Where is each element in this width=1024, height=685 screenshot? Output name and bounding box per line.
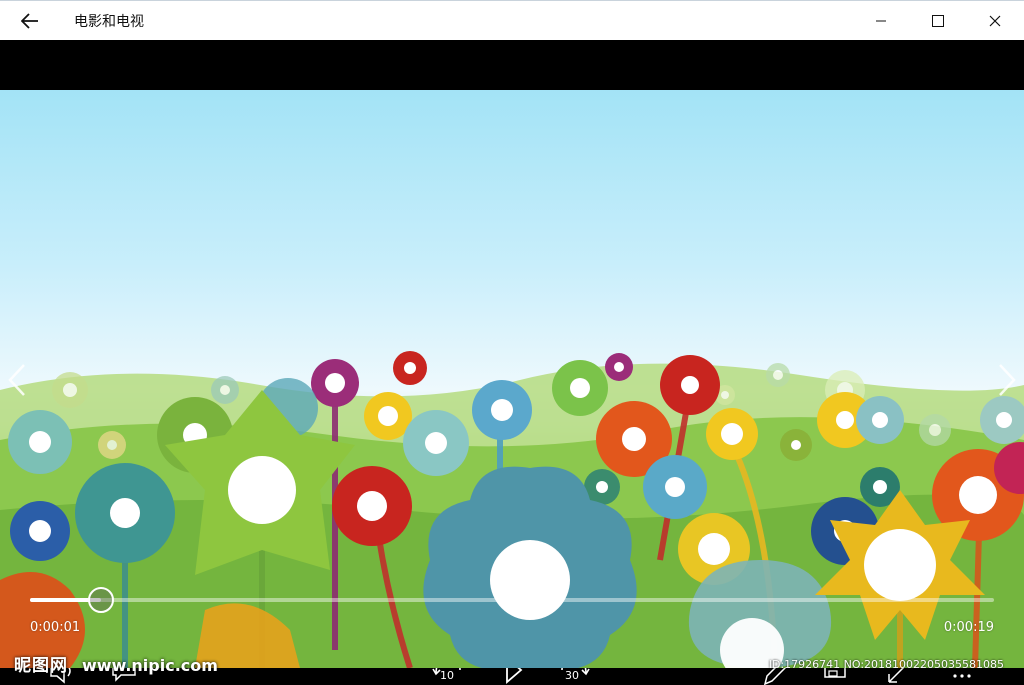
skip-forward-button[interactable]: 30: [554, 668, 594, 685]
close-icon: [989, 15, 1000, 27]
letterbox-top: [0, 40, 1024, 90]
maximize-button[interactable]: [909, 1, 966, 41]
current-time: 0:00:01: [30, 620, 81, 635]
skip-forward-label: 30: [565, 669, 579, 682]
minimize-button[interactable]: [852, 1, 909, 41]
arrow-left-icon: [21, 13, 38, 29]
title-bar: 电影和电视: [0, 0, 1024, 40]
chevron-left-icon: [8, 364, 25, 396]
chevron-right-icon: [999, 364, 1016, 396]
skip-back-button[interactable]: 10: [428, 668, 468, 685]
seek-bar[interactable]: [30, 587, 994, 613]
previous-button[interactable]: [4, 362, 30, 398]
watermark-logo: 昵图网: [14, 656, 68, 676]
watermark-url: www.nipic.com: [82, 656, 218, 675]
watermark-id: ID:17926741 NO:20181002205035581085: [768, 658, 1004, 671]
app-title: 电影和电视: [74, 14, 144, 30]
minimize-icon: [875, 20, 886, 22]
next-button[interactable]: [994, 362, 1020, 398]
total-time: 0:00:19: [943, 620, 994, 635]
skip-back-label: 10: [440, 669, 454, 682]
back-button[interactable]: [0, 1, 60, 41]
close-button[interactable]: [966, 1, 1023, 41]
play-button[interactable]: [494, 668, 530, 685]
video-frame[interactable]: 0:00:01 0:00:19: [0, 90, 1024, 668]
maximize-icon: [931, 15, 944, 27]
play-icon: [506, 668, 523, 684]
flower-scene-image: [0, 351, 1024, 668]
